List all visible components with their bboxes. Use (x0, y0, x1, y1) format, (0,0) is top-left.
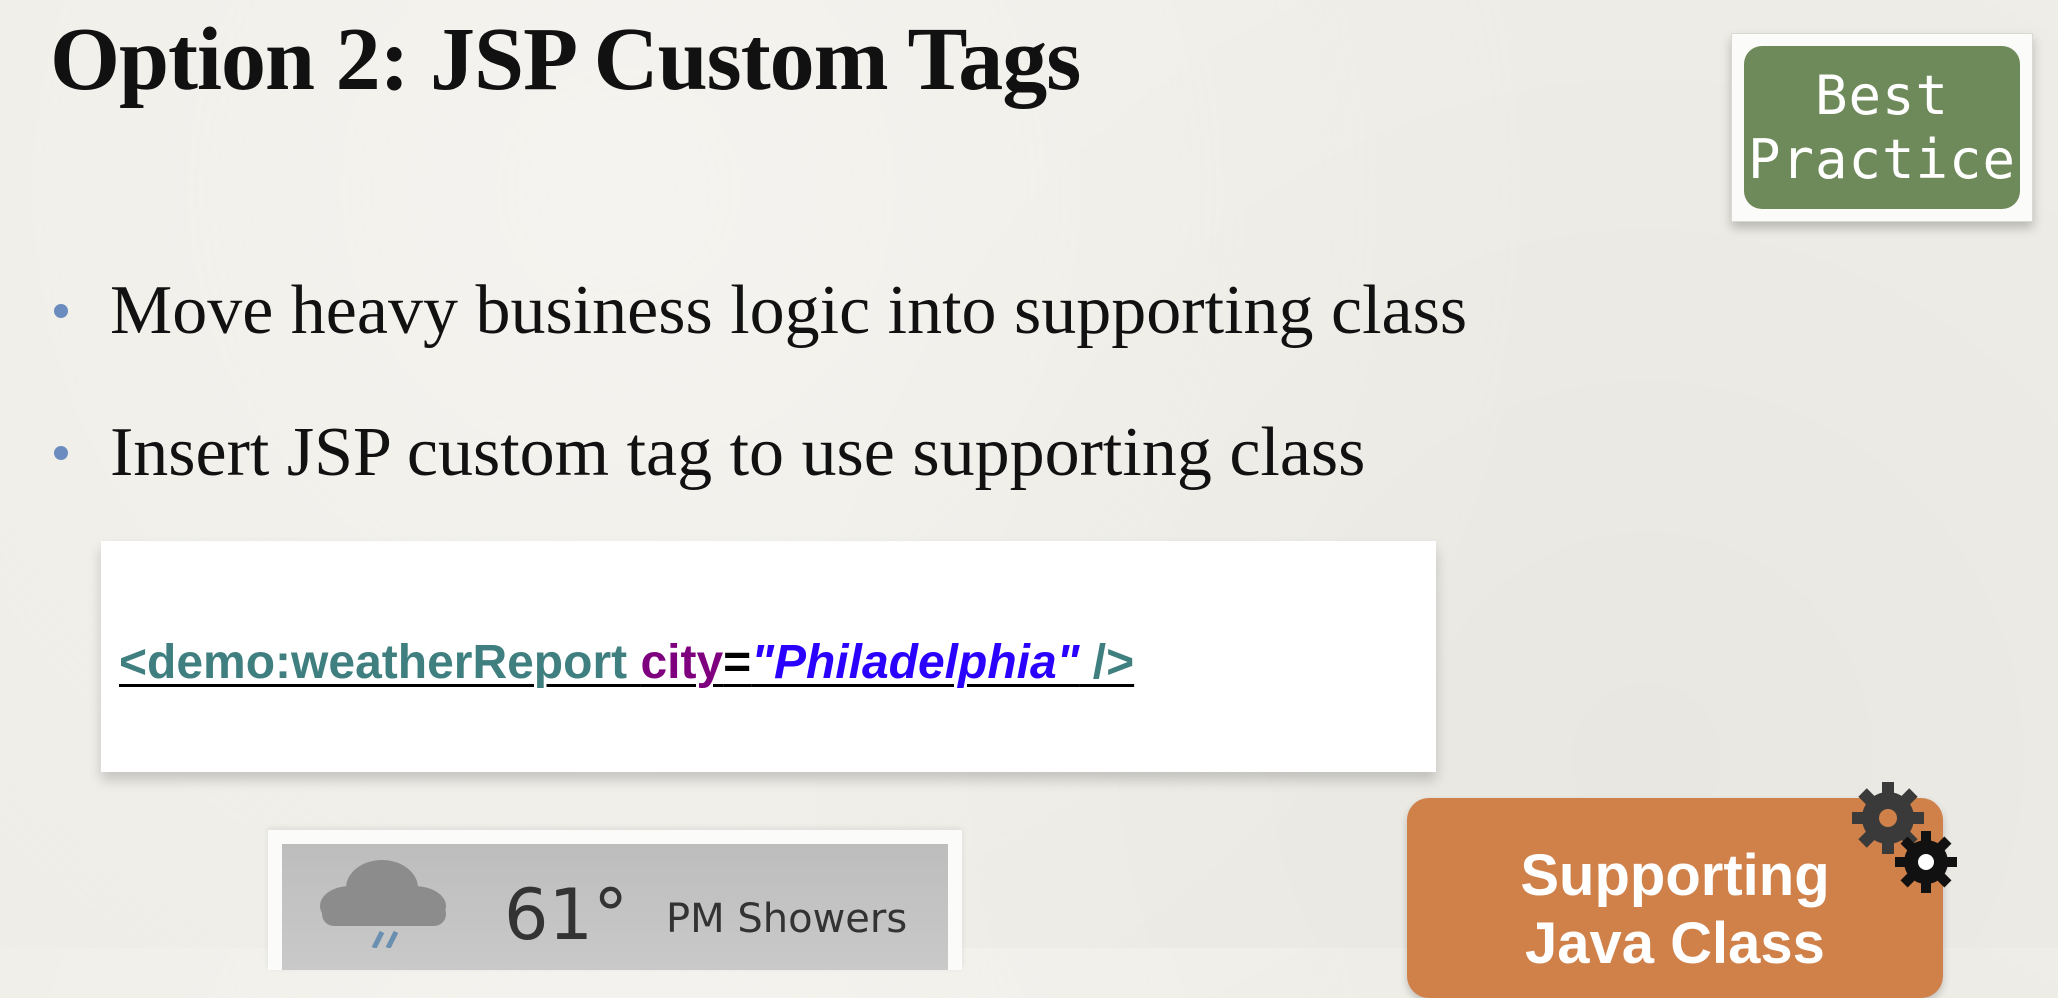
weather-temperature: 61° (504, 874, 629, 956)
rain-cloud-icon (320, 860, 446, 948)
best-practice-badge: Best Practice (1731, 33, 2033, 222)
bullet-list: Move heavy business logic into supportin… (50, 240, 1467, 524)
bullet-text: Insert JSP custom tag to use supporting … (110, 414, 1366, 491)
slide-title: Option 2: JSP Custom Tags (50, 10, 1081, 109)
weather-condition: PM Showers (666, 896, 908, 942)
bullet-dot-icon (54, 304, 68, 318)
slide: Option 2: JSP Custom Tags Best Practice … (0, 0, 2058, 998)
code-tag-close: /> (1079, 636, 1135, 689)
badge-line-1: Best (1814, 63, 1950, 127)
weather-widget: 61° PM Showers (268, 830, 962, 970)
code-equals: = (723, 636, 752, 689)
code-snippet-box: <demo:weatherReport city="Philadelphia" … (101, 541, 1436, 772)
weather-panel: 61° PM Showers (282, 844, 948, 970)
bullet-dot-icon (54, 446, 68, 460)
gears-icon (1852, 782, 1957, 893)
code-attribute: city (640, 636, 724, 689)
badge-line-2: Practice (1747, 127, 2017, 191)
code-line: <demo:weatherReport city="Philadelphia" … (119, 635, 1134, 690)
bullet-text: Move heavy business logic into supportin… (110, 272, 1468, 349)
badge-panel: Best Practice (1744, 46, 2020, 209)
bullet-item: Move heavy business logic into supportin… (50, 240, 1467, 382)
bullet-item: Insert JSP custom tag to use supporting … (50, 382, 1467, 524)
supporting-box-line-2: Java Class (1525, 911, 1825, 976)
code-attribute-value: "Philadelphia" (751, 636, 1080, 689)
code-tag-open: <demo:weatherReport (119, 636, 641, 689)
